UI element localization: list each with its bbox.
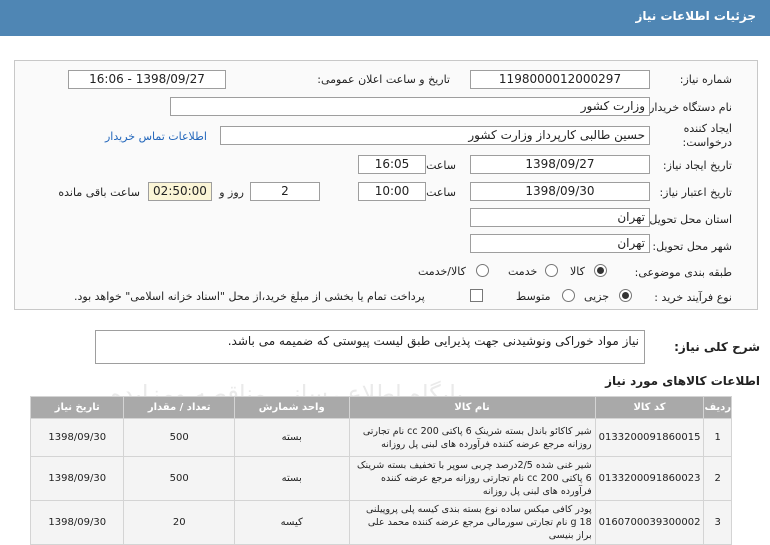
col-header-item-code: کد کالا — [594, 396, 705, 419]
creator-field[interactable]: حسین طالبی کارپرداز وزارت کشور — [220, 126, 650, 145]
cell-item-code: 0133200091860023 — [594, 456, 705, 501]
created-date-label: تاریخ ایجاد نیاز: — [662, 159, 732, 172]
table-header-row: ردیف کد کالا نام کالا واحد شمارش تعداد /… — [29, 396, 732, 419]
province-label: استان محل تحویل: — [645, 213, 732, 226]
province-field[interactable]: تهران — [470, 208, 650, 227]
cell-need-date: 1398/09/30 — [29, 500, 125, 545]
cell-item-name: شیر غنی شده 2/5درصد چربی سوپر با تخفیف ب… — [348, 456, 596, 501]
created-time-field[interactable]: 16:05 — [358, 155, 426, 174]
col-header-unit: واحد شمارش — [233, 396, 350, 419]
cell-row-number: 1 — [703, 418, 732, 457]
remaining-time-field[interactable]: 02:50:00 — [148, 182, 212, 201]
days-label: روز و — [219, 186, 244, 199]
buyer-contact-link[interactable]: اطلاعات تماس خریدار — [105, 130, 207, 143]
creator-label-2: درخواست: — [682, 136, 732, 149]
cell-row-number: 3 — [703, 500, 732, 545]
table-row[interactable]: 1 0133200091860015 شیر کاکائو باندل بسته… — [29, 418, 732, 457]
valid-time-label: ساعت — [426, 186, 456, 199]
items-section-title: اطلاعات کالاهای مورد نیاز — [605, 374, 760, 388]
cell-need-date: 1398/09/30 — [29, 418, 125, 457]
created-date-field[interactable]: 1398/09/27 — [470, 155, 650, 174]
cell-row-number: 2 — [703, 456, 732, 501]
col-header-row-number: ردیف — [703, 396, 732, 419]
valid-time-field[interactable]: 10:00 — [358, 182, 426, 201]
cell-unit: بسته — [233, 456, 350, 501]
table-row[interactable]: 3 0160700039300002 پودر کافی میکس ساده ن… — [29, 500, 732, 545]
col-header-item-name: نام کالا — [348, 396, 596, 419]
cell-item-name: شیر کاکائو باندل بسته شرینک 6 پاکتی 200 … — [348, 418, 596, 457]
cell-need-date: 1398/09/30 — [29, 456, 125, 501]
days-field[interactable]: 2 — [250, 182, 320, 201]
announce-label: تاریخ و ساعت اعلان عمومی: — [317, 73, 450, 86]
process-radio-medium[interactable] — [562, 289, 575, 302]
creator-label: ایجاد کننده — [683, 122, 732, 135]
cell-unit: بسته — [233, 418, 350, 457]
process-label: نوع فرآیند خرید : — [654, 291, 732, 304]
cell-quantity: 500 — [123, 456, 235, 501]
remaining-time-label: ساعت باقی مانده — [58, 186, 140, 199]
category-option-goods-service: کالا/خدمت — [418, 265, 466, 278]
category-radio-goods-service[interactable] — [476, 264, 489, 277]
need-number-label: شماره نیاز: — [679, 73, 732, 86]
created-time-label: ساعت — [426, 159, 456, 172]
process-option-minor: جزیی — [584, 290, 610, 303]
description-label: شرح کلی نیاز: — [674, 340, 760, 354]
buyer-field[interactable]: وزارت کشور — [170, 97, 650, 116]
category-label: طبقه بندی موضوعی: — [634, 266, 732, 279]
table-row[interactable]: 2 0133200091860023 شیر غنی شده 2/5درصد چ… — [29, 456, 732, 501]
col-header-quantity: تعداد / مقدار — [123, 396, 235, 419]
treasury-payment-checkbox[interactable] — [470, 289, 483, 302]
buyer-label: نام دستگاه خریدار: — [645, 101, 732, 114]
cell-quantity: 500 — [123, 418, 235, 457]
city-label: شهر محل تحویل: — [652, 240, 732, 253]
need-number-field[interactable]: 1198000012000297 — [470, 70, 650, 89]
page-title: جزئیات اطلاعات نیاز — [635, 9, 756, 23]
announce-datetime-field[interactable]: 1398/09/27 - 16:06 — [68, 70, 226, 89]
title-bar: جزئیات اطلاعات نیاز — [0, 0, 770, 36]
category-radio-service[interactable] — [545, 264, 558, 277]
cell-item-code: 0133200091860015 — [594, 418, 705, 457]
cell-item-code: 0160700039300002 — [594, 500, 705, 545]
cell-unit: کیسه — [233, 500, 350, 545]
col-header-need-date: تاریخ نیاز — [29, 396, 125, 419]
treasury-payment-note: پرداخت تمام یا بخشی از مبلغ خرید،از محل … — [74, 290, 425, 303]
category-option-service: خدمت — [508, 265, 538, 278]
city-field[interactable]: تهران — [470, 234, 650, 253]
category-option-goods: کالا — [570, 265, 585, 278]
description-field[interactable]: نیاز مواد خوراکی ونوشیدنی جهت پذیرایی طب… — [95, 330, 645, 364]
category-radio-goods[interactable] — [594, 264, 607, 277]
valid-date-label: تاریخ اعتبار نیاز: — [659, 186, 732, 199]
cell-item-name: پودر کافی میکس ساده نوع بسته بندی کیسه پ… — [348, 500, 596, 545]
valid-date-field[interactable]: 1398/09/30 — [470, 182, 650, 201]
process-radio-minor[interactable] — [619, 289, 632, 302]
items-table: ردیف کد کالا نام کالا واحد شمارش تعداد /… — [29, 396, 732, 545]
process-option-medium: متوسط — [516, 290, 551, 303]
cell-quantity: 20 — [123, 500, 235, 545]
